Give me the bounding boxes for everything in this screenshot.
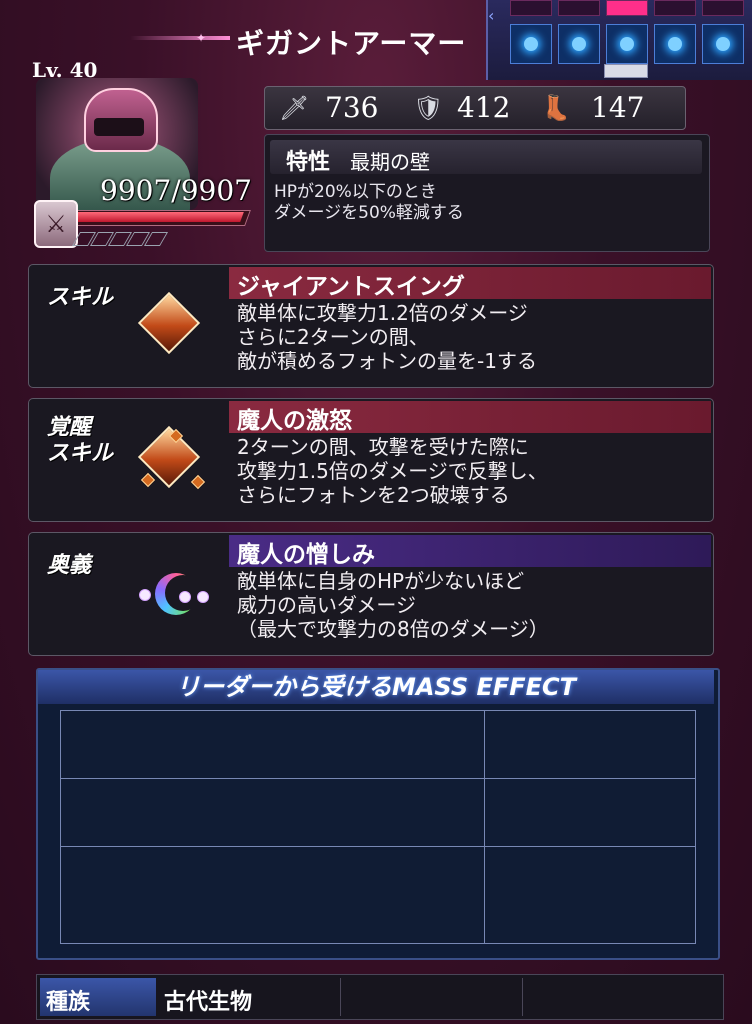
attack-value: 736 [325,91,379,124]
moon-orb-icon [139,589,151,601]
phase-slot [654,0,696,16]
gem-shard-icon [190,474,206,490]
unit-level: Lv. 40 [32,58,98,82]
phase-slot [558,0,600,16]
skill-name: 魔人の激怒 [237,408,352,434]
mass-effect-cell [484,846,696,944]
skill-type-label: 奥義 [47,553,92,578]
photon-orb-icon [606,24,648,64]
mass-effect-cell [484,778,696,848]
skill-name: 魔人の憎しみ [237,542,375,568]
skill-type-label: 覚醒 スキル [47,415,114,466]
race-divider [340,978,341,1016]
unit-name: ギガントアーマー [236,27,467,60]
speed-value: 147 [591,91,645,124]
trait-label: 特性 [286,150,331,175]
skill-gem-icon [137,291,201,355]
skill-card[interactable]: スキル ジャイアントスイング 敵単体に攻撃力1.2倍のダメージ さらに2ターンの… [28,264,714,388]
race-label: 種族 [46,990,91,1015]
photon-orb-icon [654,24,696,64]
mass-effect-cell [60,846,486,944]
sparkle-icon: ✦ [196,31,207,45]
phase-tab[interactable] [604,64,648,78]
skill-name: ジャイアントスイング [237,274,465,300]
photon-orb-icon [702,24,744,64]
gem-shard-icon [140,472,156,488]
photon-orb-row [510,24,752,64]
phase-slot [702,0,744,16]
race-value: 古代生物 [164,990,253,1015]
mass-effect-cell [60,710,486,780]
skill-description: 敵単体に攻撃力1.2倍のダメージ さらに2ターンの間、 敵が積めるフォトンの量を… [237,301,537,373]
phase-top-row [510,0,752,16]
moon-orb-icon [179,591,191,603]
race-divider [522,978,523,1016]
trait-header [270,140,702,174]
skill-description: 2ターンの間、攻撃を受けた際に 攻撃力1.5倍のダメージで反撃し、 さらにフォト… [237,435,548,507]
shield-icon: 🛡 [413,94,444,122]
awakening-skill-card[interactable]: 覚醒 スキル 魔人の激怒 2ターンの間、攻撃を受けた際に 攻撃力1.5倍のダメー… [28,398,714,522]
sword-icon: 🗡 [279,94,310,122]
photon-orb-icon [558,24,600,64]
trait-description: HPが20%以下のとき ダメージを50%軽減する [274,182,464,223]
hp-bar-fill [74,212,244,222]
trait-name: 最期の壁 [350,150,430,174]
hp-text: 9907/9907 [100,174,252,207]
attack-type-sword-icon: ⚔ [34,200,78,248]
skill-type-label: スキル [47,285,114,310]
photon-orb-icon [510,24,552,64]
defense-value: 412 [457,91,511,124]
stats-bar: 🗡 736 🛡 412 👢 147 [264,86,686,130]
phase-slot-active [606,0,648,16]
skill-description: 敵単体に自身のHPが少ないほど 威力の高いダメージ （最大で攻撃力の8倍のダメー… [237,569,549,641]
chevron-left-icon[interactable]: ‹ [488,6,494,25]
mass-effect-title: リーダーから受けるMASS EFFECT [175,673,577,701]
title-decoration [130,36,230,40]
mass-effect-cell [484,710,696,780]
gauge-stripes [71,232,169,246]
moon-orb-icon [197,591,209,603]
portrait-mask [94,118,144,136]
ultimate-skill-card[interactable]: 奥義 魔人の憎しみ 敵単体に自身のHPが少ないほど 威力の高いダメージ （最大で… [28,532,714,656]
mass-effect-cell [60,778,486,848]
boot-icon: 👢 [541,94,571,122]
phase-slot [510,0,552,16]
